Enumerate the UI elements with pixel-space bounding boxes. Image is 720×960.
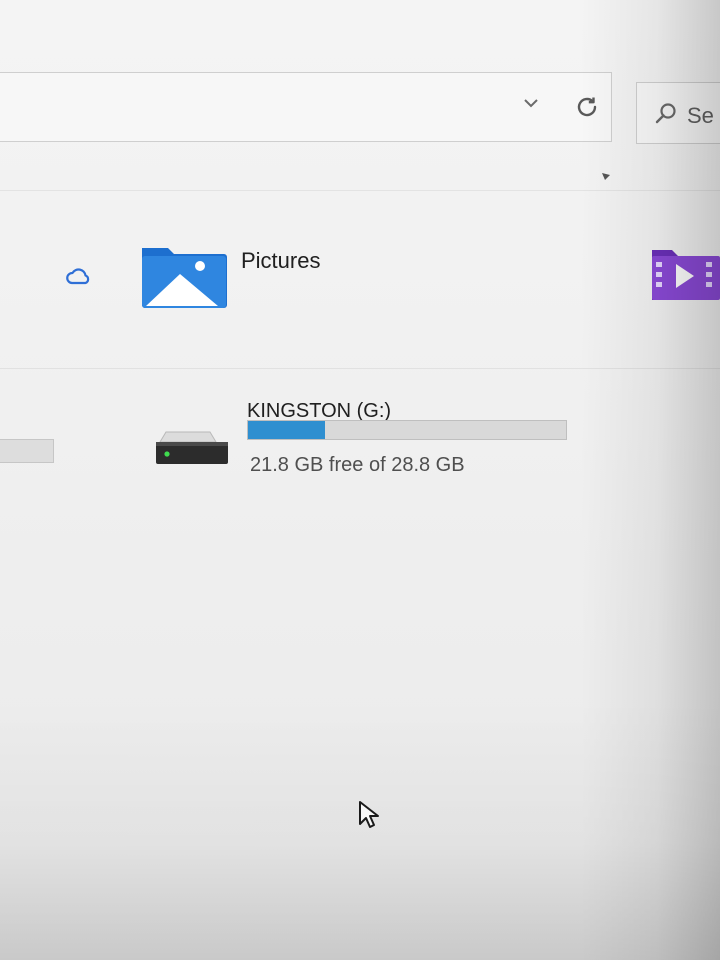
search-box[interactable]: Se <box>636 82 720 144</box>
screen-shading-right <box>580 0 720 960</box>
search-placeholder: Se <box>687 103 714 128</box>
usb-drive-icon <box>152 426 232 470</box>
drive-capacity-bar <box>247 420 567 440</box>
quick-access-label: Pictures <box>241 248 321 273</box>
drive-capacity-text: 21.8 GB free of 28.8 GB <box>250 454 465 476</box>
refresh-icon[interactable] <box>570 90 604 124</box>
small-arrow-icon <box>600 170 612 182</box>
section-divider <box>0 368 720 369</box>
chevron-down-icon[interactable] <box>518 90 544 116</box>
mouse-cursor-icon <box>358 800 382 830</box>
pictures-folder-icon <box>140 240 228 310</box>
videos-folder-icon[interactable] <box>650 244 720 302</box>
search-icon <box>653 101 679 127</box>
cloud-icon <box>64 264 94 288</box>
drive-capacity-fill <box>248 421 326 439</box>
partial-drive-capacity-bar <box>0 439 54 463</box>
toolbar-divider <box>0 190 720 191</box>
